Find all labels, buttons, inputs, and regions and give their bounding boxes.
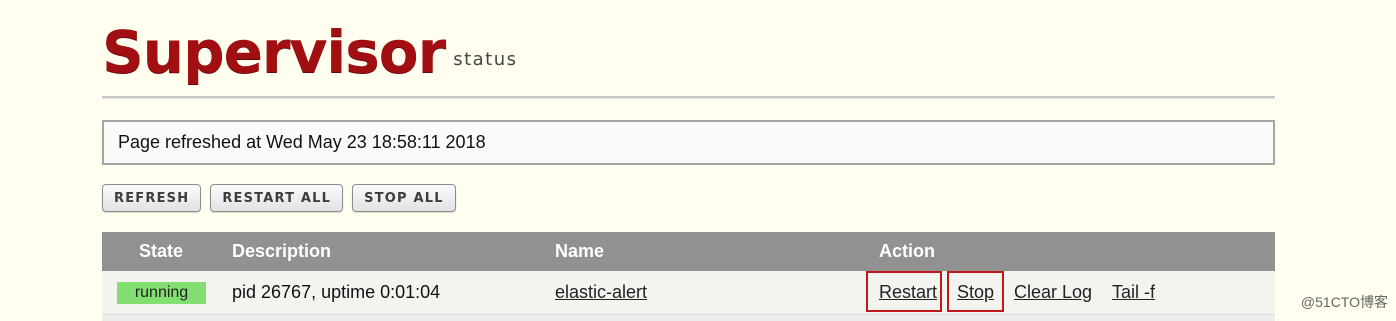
global-actions: REFRESH RESTART ALL STOP ALL [102,184,456,212]
process-table: State Description Name Action running pi… [102,232,1275,321]
process-description: pid 26767, uptime 0:01:04 [232,282,441,302]
status-badge: running [117,282,206,304]
refresh-button[interactable]: REFRESH [102,184,202,212]
header-action: Action [879,241,935,261]
status-message-text: Page refreshed at Wed May 23 18:58:11 20… [118,132,486,152]
stop-link[interactable]: Stop [957,271,994,314]
restart-all-button[interactable]: RESTART ALL [210,184,344,212]
clear-log-link[interactable]: Clear Log [1014,271,1092,314]
table-row: running pid 26767, uptime 0:01:04 elasti… [102,271,1275,315]
header-description: Description [232,241,332,261]
status-subtitle: status [453,49,518,70]
header-name: Name [555,241,605,261]
stop-all-button[interactable]: STOP ALL [352,184,456,212]
next-row-stub [102,315,1275,321]
restart-link[interactable]: Restart [879,271,937,314]
header-state: State [139,241,184,261]
header-divider [102,96,1275,99]
status-message-box: Page refreshed at Wed May 23 18:58:11 20… [102,120,1275,165]
table-header: State Description Name Action [102,232,1275,271]
watermark: @51CTO博客 [1300,294,1388,310]
header: Supervisor status [102,14,518,84]
supervisor-logo: Supervisor [102,18,446,86]
process-name-link[interactable]: elastic-alert [555,271,647,314]
tail-link[interactable]: Tail -f [1112,271,1155,314]
